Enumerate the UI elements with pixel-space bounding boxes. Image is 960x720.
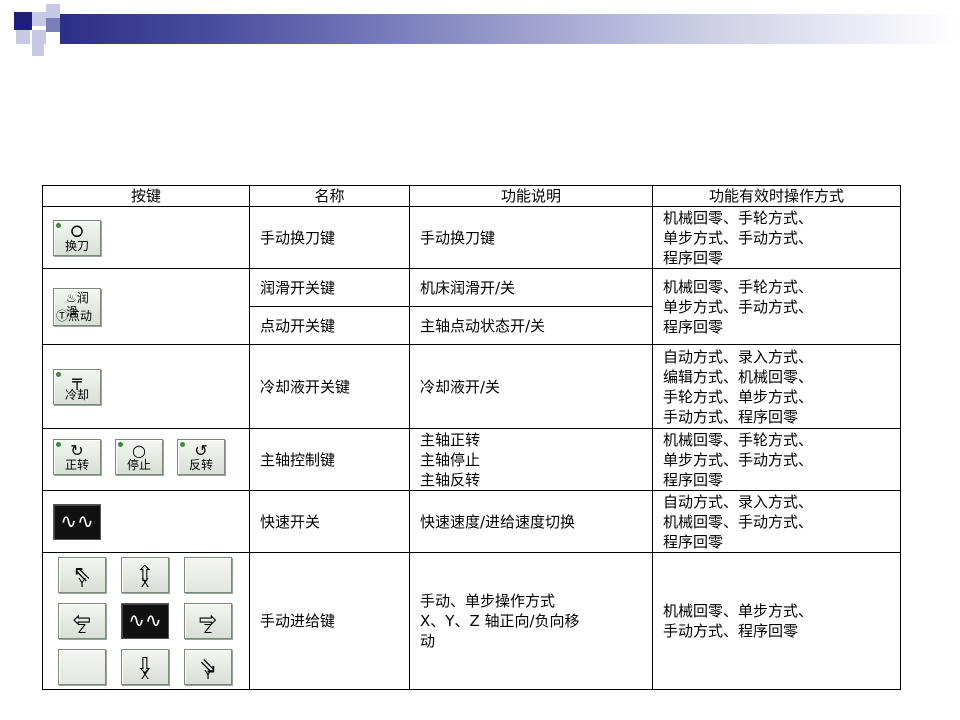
spindle-reverse-key[interactable]: ↺ 反转 xyxy=(177,439,225,475)
col-header-modes: 功能有效时操作方式 xyxy=(652,185,901,207)
key-modes: 机械回零、手轮方式、 单步方式、手动方式、 程序回零 xyxy=(652,268,901,345)
key-name: 冷却液开关键 xyxy=(249,344,410,429)
spindle-forward-key[interactable]: ↻ 正转 xyxy=(53,439,101,475)
table-row: ⭘ 换刀 手动换刀键 手动换刀键 机械回零、手轮方式、 单步方式、手动方式、 程… xyxy=(42,206,901,269)
feed-key-grid: ⇖ Y ⇧ X ⇦ Z ∿∿ ⇨ Z ⇩ X ⇘ Y xyxy=(53,553,239,689)
key-label: Z xyxy=(77,622,87,636)
spindle-reverse-icon: ↺ xyxy=(194,441,208,460)
table-header-row: 按键 名称 功能说明 功能有效时操作方式 xyxy=(42,185,901,207)
key-function: 主轴点动状态开/关 xyxy=(409,306,653,345)
table-row: ∿∿ 快速开关 快速速度/进给速度切换 自动方式、录入方式、 机械回零、手动方式… xyxy=(42,490,901,553)
key-name: 主轴控制键 xyxy=(249,428,410,491)
key-label: 停止 xyxy=(126,458,151,472)
key-cell: ∿∿ xyxy=(42,490,250,553)
coolant-icon: ╤ xyxy=(72,370,82,390)
header-gradient-bar xyxy=(60,14,960,44)
key-function: 机床润滑开/关 xyxy=(409,268,653,307)
key-function: 快速速度/进给速度切换 xyxy=(409,490,653,553)
key-function-table: 按键 名称 功能说明 功能有效时操作方式 ⭘ 换刀 手动换刀键 手动换刀键 机械… xyxy=(42,185,901,690)
key-modes: 机械回零、手轮方式、 单步方式、手动方式、 程序回零 xyxy=(652,428,901,491)
lube-jog-key[interactable]: ♨润滑 Ⓣ点动 xyxy=(53,287,101,326)
key-label: X xyxy=(140,576,150,590)
key-cell: ╤ 冷却 xyxy=(42,344,250,429)
key-label: Y xyxy=(78,576,86,590)
key-cell: ⭘ 换刀 xyxy=(42,206,250,269)
feed-y-neg-key[interactable]: ⇘ Y xyxy=(184,649,232,685)
table-row: ⇖ Y ⇧ X ⇦ Z ∿∿ ⇨ Z ⇩ X ⇘ Y 手动进给键 手动、单步操作… xyxy=(42,552,901,690)
tool-change-icon: ⭘ xyxy=(70,221,84,241)
key-name: 润滑开关键 xyxy=(249,268,410,307)
key-modes: 机械回零、单步方式、 手动方式、程序回零 xyxy=(652,552,901,690)
deco-square xyxy=(46,18,60,32)
rapid-wave-icon: ∿∿ xyxy=(60,508,94,533)
deco-square xyxy=(14,12,32,30)
key-cell: ⇖ Y ⇧ X ⇦ Z ∿∿ ⇨ Z ⇩ X ⇘ Y xyxy=(42,552,250,690)
feed-z-pos-key[interactable]: ⇨ Z xyxy=(184,603,232,639)
spindle-stop-key[interactable]: ○ 停止 xyxy=(115,439,163,475)
key-label: Y xyxy=(204,668,212,682)
key-label: 正转 xyxy=(64,458,89,472)
deco-square xyxy=(16,30,30,44)
key-modes: 自动方式、录入方式、 编辑方式、机械回零、 手轮方式、单步方式、 手动方式、程序… xyxy=(652,344,901,429)
key-label: Z xyxy=(203,622,213,636)
key-function: 手动、单步操作方式 X、Y、Z 轴正向/负向移 动 xyxy=(409,552,653,690)
col-header-function: 功能说明 xyxy=(409,185,653,207)
rapid-wave-icon: ∿∿ xyxy=(128,608,162,632)
key-cell: ♨润滑 Ⓣ点动 xyxy=(42,268,250,345)
jog-text: 点动 xyxy=(68,308,93,323)
col-header-key: 按键 xyxy=(42,185,250,207)
feed-x-pos-key[interactable]: ⇩ X xyxy=(121,649,169,685)
feed-y-pos-key[interactable]: ⇖ Y xyxy=(58,557,106,593)
key-name: 快速开关 xyxy=(249,490,410,553)
key-label: X xyxy=(140,668,150,682)
key-function: 手动换刀键 xyxy=(409,206,653,269)
deco-square xyxy=(32,12,46,26)
feed-x-neg-key[interactable]: ⇧ X xyxy=(121,557,169,593)
table-row: ♨润滑 Ⓣ点动 润滑开关键 机床润滑开/关 机械回零、手轮方式、 单步方式、手动… xyxy=(42,268,901,345)
feed-rapid-key[interactable]: ∿∿ xyxy=(121,603,169,639)
key-label: 反转 xyxy=(188,458,213,472)
key-cell: ↻ 正转 ○ 停止 ↺ 反转 xyxy=(42,428,250,491)
key-label-jog: Ⓣ点动 xyxy=(56,309,92,323)
key-modes: 自动方式、录入方式、 机械回零、手动方式、 程序回零 xyxy=(652,490,901,553)
key-label: 冷却 xyxy=(64,387,89,402)
key-label: 换刀 xyxy=(64,238,89,253)
tool-change-key[interactable]: ⭘ 换刀 xyxy=(53,219,101,256)
jog-icon: Ⓣ xyxy=(56,308,69,323)
key-name: 手动换刀键 xyxy=(249,206,410,269)
rapid-key[interactable]: ∿∿ xyxy=(53,503,101,540)
spindle-forward-icon: ↻ xyxy=(70,441,84,460)
deco-square xyxy=(46,4,60,18)
deco-square xyxy=(32,44,44,56)
key-function: 主轴正转 主轴停止 主轴反转 xyxy=(409,428,653,491)
col-header-name: 名称 xyxy=(249,185,410,207)
key-function: 冷却液开/关 xyxy=(409,344,653,429)
blank-key xyxy=(58,649,106,685)
spindle-stop-icon: ○ xyxy=(132,441,146,460)
key-name: 点动开关键 xyxy=(249,306,410,345)
lube-icon: ♨ xyxy=(66,290,77,305)
deco-square xyxy=(32,30,46,44)
coolant-key[interactable]: ╤ 冷却 xyxy=(53,368,101,405)
key-modes: 机械回零、手轮方式、 单步方式、手动方式、 程序回零 xyxy=(652,206,901,269)
key-name: 手动进给键 xyxy=(249,552,410,690)
feed-z-neg-key[interactable]: ⇦ Z xyxy=(58,603,106,639)
blank-key xyxy=(184,557,232,593)
table-row: ╤ 冷却 冷却液开关键 冷却液开/关 自动方式、录入方式、 编辑方式、机械回零、… xyxy=(42,344,901,429)
table-row: ↻ 正转 ○ 停止 ↺ 反转 主轴控制键 主轴正转 主轴停止 主轴反转 机械回零… xyxy=(42,428,901,491)
spindle-key-group: ↻ 正转 ○ 停止 ↺ 反转 xyxy=(53,439,225,475)
